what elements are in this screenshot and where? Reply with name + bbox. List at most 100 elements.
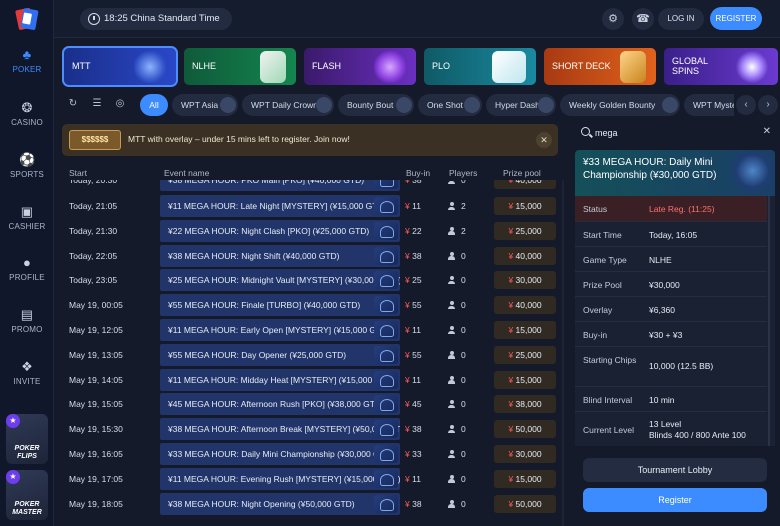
table-row[interactable]: Today, 23:05 ¥25 MEGA HOUR: Midnight Vaul…: [62, 269, 558, 292]
prize-pool: ¥ 30,000: [494, 271, 556, 290]
buyin: ¥ 45: [405, 399, 422, 409]
buyin-value: 38: [412, 250, 422, 261]
event-name[interactable]: ¥33 MEGA HOUR: Daily Mini Championship (…: [160, 443, 400, 465]
scroll-left-button[interactable]: ‹: [736, 95, 756, 115]
badge-icon: ★: [6, 414, 20, 428]
event-name[interactable]: ¥11 MEGA HOUR: Early Open [MYSTERY] (¥15…: [160, 319, 400, 341]
table-row[interactable]: May 19, 18:05 ¥38 MEGA HOUR: Night Openin…: [62, 492, 558, 515]
sidebar-item-sports[interactable]: ⚽ SPORTS: [0, 153, 54, 180]
partypoker-logo[interactable]: [14, 6, 40, 32]
yen-symbol: ¥: [405, 399, 410, 410]
detail-scrollbar[interactable]: [768, 196, 770, 446]
clear-search-icon[interactable]: ✕: [763, 126, 771, 137]
start-time: May 19, 15:05: [69, 399, 123, 410]
column-header-prize[interactable]: Prize pool: [503, 168, 541, 178]
sidebar-item-promo[interactable]: ▤ PROMO: [0, 308, 54, 335]
column-header-start[interactable]: Start: [69, 168, 87, 178]
casino-icon: ❂: [21, 100, 33, 115]
detail-row: Starting Chips 10,000 (12.5 BB): [575, 347, 767, 387]
event-name[interactable]: ¥38 MEGA HOUR: Night Shift (¥40,000 GTD): [160, 244, 400, 267]
event-name[interactable]: ¥11 MEGA HOUR: Evening Rush [MYSTERY] (¥…: [160, 467, 400, 490]
event-name[interactable]: ¥38 MEGA HOUR: Afternoon Break [MYSTERY]…: [160, 418, 400, 441]
register-tournament-button[interactable]: Register: [583, 488, 767, 512]
close-icon[interactable]: ✕: [536, 132, 552, 148]
promo-poker-flips[interactable]: ★ POKER FLIPS: [6, 414, 48, 464]
game-type-nlhe[interactable]: NLHE: [184, 48, 296, 85]
sidebar-item-cashier[interactable]: ▣ CASHIER: [0, 205, 54, 232]
view-icon[interactable]: ◎: [111, 95, 129, 113]
start-time: Today, 22:05: [69, 250, 118, 261]
scroll-right-button[interactable]: ›: [758, 95, 778, 115]
event-name[interactable]: ¥55 MEGA HOUR: Finale [TURBO] (¥40,000 G…: [160, 294, 400, 317]
table-row[interactable]: May 19, 00:05 ¥55 MEGA HOUR: Finale [TURB…: [62, 294, 558, 317]
filter-chip[interactable]: WPT Asia: [172, 94, 238, 116]
refresh-icon[interactable]: ↻: [64, 95, 82, 113]
event-name[interactable]: ¥45 MEGA HOUR: Afternoon Rush [PKO] (¥38…: [160, 393, 400, 416]
table-row[interactable]: May 19, 13:05 ¥55 MEGA HOUR: Day Opener (…: [62, 343, 558, 366]
column-header-event[interactable]: Event name: [164, 168, 209, 178]
table-row[interactable]: Today, 22:05 ¥38 MEGA HOUR: Night Shift (…: [62, 244, 558, 267]
table-row[interactable]: Today, 21:30 ¥22 MEGA HOUR: Night Clash […: [62, 219, 558, 242]
buyin: ¥ 38: [405, 180, 422, 185]
sidebar-item-profile[interactable]: ● PROFILE: [0, 255, 54, 283]
filter-chip[interactable]: One Shot: [418, 94, 482, 116]
register-button[interactable]: REGISTER: [710, 7, 762, 30]
filter-icon[interactable]: ☰: [88, 95, 106, 113]
players: 0: [448, 424, 466, 434]
event-name[interactable]: ¥11 MEGA HOUR: Midday Heat [MYSTERY] (¥1…: [160, 368, 400, 391]
table-row[interactable]: May 19, 17:05 ¥11 MEGA HOUR: Evening Rush…: [62, 467, 558, 490]
table-scrollbar[interactable]: [562, 180, 564, 526]
promo-poker-master[interactable]: ★ POKER MASTER: [6, 470, 48, 520]
chip-image: [220, 97, 236, 113]
event-name[interactable]: ¥38 MEGA HOUR: PKO Main [PKO] (¥40,000 G…: [160, 180, 400, 191]
filter-chip-all[interactable]: All: [140, 94, 168, 116]
players-value: 0: [461, 424, 466, 435]
detail-row: Start Time Today, 16:05: [575, 222, 767, 247]
buyin-value: 38: [412, 180, 422, 185]
search-input[interactable]: [595, 124, 745, 142]
sidebar-item-casino[interactable]: ❂ CASINO: [0, 100, 54, 128]
table-row[interactable]: May 19, 14:05 ¥11 MEGA HOUR: Midday Heat …: [62, 368, 558, 391]
event-name[interactable]: ¥25 MEGA HOUR: Midnight Vault [MYSTERY] …: [160, 269, 400, 292]
table-row[interactable]: May 19, 15:05 ¥45 MEGA HOUR: Afternoon Ru…: [62, 393, 558, 416]
table-row[interactable]: May 19, 16:05 ¥33 MEGA HOUR: Daily Mini C…: [62, 443, 558, 465]
game-type-short-deck[interactable]: SHORT DECK: [544, 48, 656, 85]
filter-chip[interactable]: Hyper Dash: [486, 94, 556, 116]
game-type-global-spins[interactable]: GLOBAL SPINS: [664, 48, 778, 85]
event-name[interactable]: ¥55 MEGA HOUR: Day Opener (¥25,000 GTD): [160, 343, 400, 366]
buyin: ¥ 22: [405, 226, 422, 236]
filter-chip[interactable]: WPT Daily Crown: [242, 94, 334, 116]
player-icon: [448, 499, 455, 508]
detail-row: Blind Interval 10 min: [575, 387, 767, 412]
tournament-lobby-button[interactable]: Tournament Lobby: [583, 458, 767, 482]
sidebar-item-invite[interactable]: ❖ INVITE: [0, 360, 54, 387]
filter-chip[interactable]: Weekly Golden Bounty: [560, 94, 680, 116]
table-row[interactable]: Today, 20:30 ¥38 MEGA HOUR: PKO Main [PKO…: [62, 180, 558, 191]
settings-button[interactable]: ⚙: [602, 8, 624, 30]
table-row[interactable]: Today, 21:05 ¥11 MEGA HOUR: Late Night [M…: [62, 195, 558, 217]
event-name[interactable]: ¥11 MEGA HOUR: Late Night [MYSTERY] (¥15…: [160, 195, 400, 217]
login-button[interactable]: LOG IN: [658, 8, 704, 30]
yen-symbol: ¥: [405, 201, 410, 211]
table-row[interactable]: May 19, 12:05 ¥11 MEGA HOUR: Early Open […: [62, 319, 558, 341]
filter-chip[interactable]: WPT Myster: [684, 94, 734, 116]
column-header-buyin[interactable]: Buy-in: [406, 168, 430, 178]
support-button[interactable]: ☎: [632, 8, 654, 30]
event-name[interactable]: ¥38 MEGA HOUR: Night Opening (¥50,000 GT…: [160, 492, 400, 515]
chevron-left-icon: ‹: [744, 99, 748, 110]
game-type-plo[interactable]: PLO: [424, 48, 536, 85]
sidebar-item-poker[interactable]: ♣ POKER: [0, 48, 54, 75]
table-row[interactable]: May 19, 15:30 ¥38 MEGA HOUR: Afternoon Br…: [62, 418, 558, 441]
column-header-players[interactable]: Players: [449, 168, 477, 178]
event-name[interactable]: ¥22 MEGA HOUR: Night Clash [PKO] (¥25,00…: [160, 219, 400, 242]
player-icon: [448, 375, 455, 384]
user-icon: ●: [22, 255, 32, 270]
trophy-icon: [134, 51, 166, 83]
game-type-mtt[interactable]: MTT: [62, 46, 178, 87]
filter-chip[interactable]: Bounty Bout: [338, 94, 414, 116]
overlay-banner[interactable]: $$$$$$ MTT with overlay – under 15 mins …: [62, 124, 558, 156]
cards-icon: [260, 51, 286, 83]
detail-value: ¥30 + ¥3: [649, 330, 683, 340]
banner-text: MTT with overlay – under 15 mins left to…: [128, 134, 350, 144]
game-type-flash[interactable]: FLASH: [304, 48, 416, 85]
